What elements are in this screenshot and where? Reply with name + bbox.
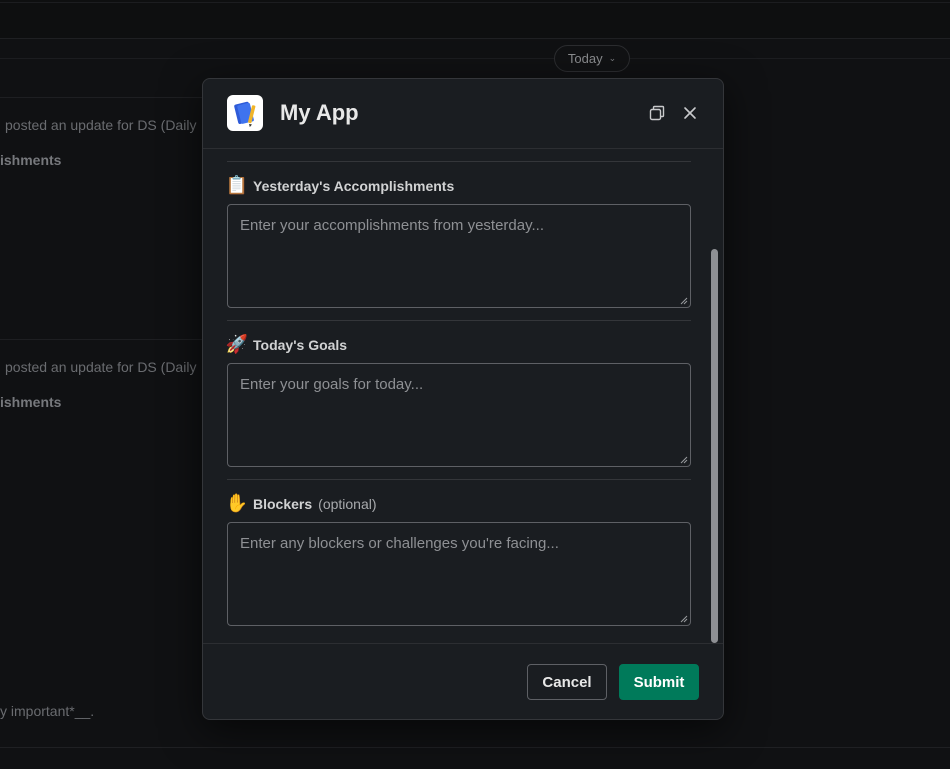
- field-label-today: 🚀 Today's Goals: [225, 334, 348, 355]
- modal-header: My App: [203, 79, 723, 149]
- message-separator: [0, 339, 210, 340]
- section-divider: [227, 479, 691, 480]
- optional-tag: (optional): [318, 495, 377, 512]
- scrollbar-thumb[interactable]: [711, 249, 718, 643]
- modal-dialog: My App 📋 Yesterday's Accomplishments Ent…: [202, 78, 724, 720]
- today-goals-input[interactable]: Enter your goals for today...: [227, 363, 691, 467]
- submit-button[interactable]: Submit: [619, 664, 699, 700]
- resize-handle-icon[interactable]: [680, 456, 688, 464]
- field-label-text: Today's Goals: [253, 336, 348, 353]
- rocket-icon: 🚀: [225, 334, 249, 354]
- expand-window-icon[interactable]: [647, 103, 667, 123]
- textarea-placeholder: Enter your accomplishments from yesterda…: [240, 217, 544, 234]
- scrollbar[interactable]: [709, 249, 719, 643]
- message-heading: ishments: [0, 152, 62, 168]
- modal-footer: Cancel Submit: [203, 643, 723, 719]
- date-divider: [0, 58, 950, 59]
- composer-border: [0, 747, 950, 748]
- textarea-placeholder: Enter your goals for today...: [240, 376, 424, 393]
- background-topbar: [0, 0, 950, 39]
- date-pill-label: Today: [567, 51, 603, 66]
- section-divider: [227, 320, 691, 321]
- cancel-button[interactable]: Cancel: [527, 664, 607, 700]
- field-label-blockers: ✋ Blockers (optional): [225, 493, 377, 514]
- raised-hand-icon: ✋: [225, 493, 249, 513]
- chevron-down-icon: ⌄: [608, 53, 617, 63]
- section-divider: [227, 161, 691, 162]
- message-heading: ishments: [0, 394, 62, 410]
- field-label-yesterday: 📋 Yesterday's Accomplishments: [225, 175, 455, 196]
- message-text: posted an update for DS (Daily: [5, 359, 197, 375]
- resize-handle-icon[interactable]: [680, 615, 688, 623]
- field-label-text: Blockers: [253, 495, 313, 512]
- yesterday-accomplishments-input[interactable]: Enter your accomplishments from yesterda…: [227, 204, 691, 308]
- blockers-input[interactable]: Enter any blockers or challenges you're …: [227, 522, 691, 626]
- message-separator: [0, 97, 210, 98]
- modal-title: My App: [280, 100, 359, 125]
- clipboard-icon: 📋: [225, 175, 249, 195]
- field-label-text: Yesterday's Accomplishments: [253, 177, 455, 194]
- notebook-pencil-icon: [227, 95, 263, 131]
- message-text: posted an update for DS (Daily: [5, 117, 197, 133]
- message-footer-text: y important*__.: [0, 703, 95, 719]
- resize-handle-icon[interactable]: [680, 297, 688, 305]
- date-pill[interactable]: Today ⌄: [554, 45, 630, 72]
- modal-body: 📋 Yesterday's Accomplishments Enter your…: [203, 149, 723, 643]
- close-icon[interactable]: [680, 103, 700, 123]
- textarea-placeholder: Enter any blockers or challenges you're …: [240, 535, 559, 552]
